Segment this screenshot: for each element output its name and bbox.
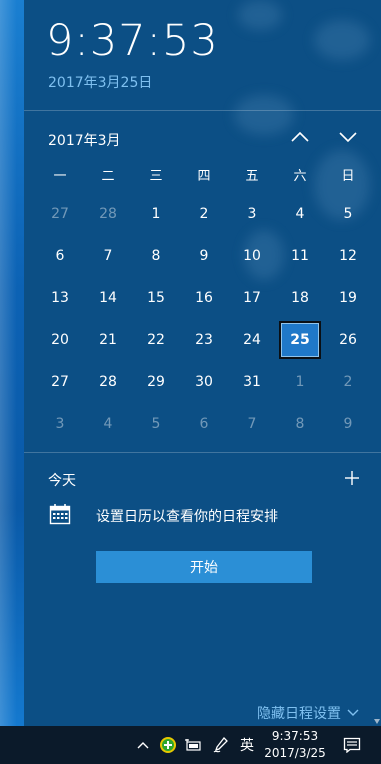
- calendar-day[interactable]: 22: [132, 317, 180, 359]
- calendar-day[interactable]: 15: [132, 275, 180, 317]
- security-tray-icon[interactable]: [158, 726, 178, 764]
- calendar-day[interactable]: 2: [180, 191, 228, 233]
- calendar-day[interactable]: 29: [132, 359, 180, 401]
- show-hidden-icons-button[interactable]: [134, 726, 152, 764]
- today-label: 今天: [48, 473, 76, 489]
- weekday-label: 三: [149, 169, 163, 184]
- calendar-day[interactable]: 28: [84, 359, 132, 401]
- calendar-day[interactable]: 4: [84, 401, 132, 443]
- calendar-day[interactable]: 21: [84, 317, 132, 359]
- weekday-header: 一二三四五六日: [36, 168, 372, 186]
- pen-icon: [213, 737, 228, 753]
- hide-agenda-label: 隐藏日程设置: [257, 706, 341, 722]
- triangle-down-icon: [374, 719, 380, 724]
- plus-icon: [345, 471, 359, 485]
- start-button[interactable]: 开始: [96, 551, 312, 583]
- taskbar: 英 9:37:53 2017/3/25: [0, 726, 381, 764]
- divider: [24, 452, 381, 453]
- calendar-day[interactable]: 20: [36, 317, 84, 359]
- weekday-label: 六: [293, 169, 307, 184]
- weekday-label: 四: [197, 169, 211, 184]
- calendar-day[interactable]: 30: [180, 359, 228, 401]
- divider: [24, 110, 381, 111]
- weekday-label: 一: [53, 169, 67, 184]
- calendar-day[interactable]: 31: [228, 359, 276, 401]
- background-blur: [234, 95, 294, 135]
- calendar-day[interactable]: 19: [324, 275, 372, 317]
- calendar-day[interactable]: 1: [132, 191, 180, 233]
- taskbar-time: 9:37:53: [271, 729, 319, 743]
- calendar-day[interactable]: 3: [228, 191, 276, 233]
- weekday-label: 五: [245, 169, 259, 184]
- taskbar-clock[interactable]: 9:37:53 2017/3/25: [258, 728, 332, 762]
- battery-icon: [185, 739, 201, 751]
- desktop-sheen: [0, 0, 24, 726]
- input-method-indicator[interactable]: 英: [236, 726, 258, 764]
- calendar-day[interactable]: 7: [228, 401, 276, 443]
- calendar-day[interactable]: 8: [132, 233, 180, 275]
- clock-display: 9:37:53: [46, 16, 219, 66]
- calendar-day[interactable]: 8: [276, 401, 324, 443]
- calendar-icon: [49, 503, 71, 525]
- calendar-day[interactable]: 18: [276, 275, 324, 317]
- weekday-label: 二: [101, 169, 115, 184]
- background-blur: [238, 0, 282, 30]
- add-event-button[interactable]: [342, 468, 362, 488]
- chevron-up-icon: [291, 131, 309, 142]
- background-blur: [314, 20, 370, 60]
- calendar-day[interactable]: 16: [180, 275, 228, 317]
- calendar-day[interactable]: 1: [276, 359, 324, 401]
- calendar-day[interactable]: 28: [84, 191, 132, 233]
- calendar-day[interactable]: 24: [228, 317, 276, 359]
- calendar-flyout: 9:37:53 2017年3月25日 2017年3月 一二三四五六日 27 28 1…: [24, 0, 381, 726]
- calendar-day[interactable]: 2: [324, 359, 372, 401]
- calendar-day[interactable]: 11: [276, 233, 324, 275]
- chevron-down-icon: [347, 709, 359, 716]
- calendar-day[interactable]: 6: [36, 233, 84, 275]
- calendar-day[interactable]: 10: [228, 233, 276, 275]
- calendar-day[interactable]: 17: [228, 275, 276, 317]
- chevron-down-icon: [339, 132, 357, 143]
- action-center-icon: [343, 737, 361, 753]
- action-center-button[interactable]: [340, 726, 364, 764]
- next-month-button[interactable]: [334, 124, 362, 150]
- security-shield-icon: [160, 737, 176, 753]
- hide-agenda-link[interactable]: 隐藏日程设置: [257, 703, 359, 723]
- calendar-day[interactable]: 14: [84, 275, 132, 317]
- calendar-day[interactable]: 6: [180, 401, 228, 443]
- chevron-up-icon: [137, 742, 149, 749]
- calendar-day[interactable]: 5: [132, 401, 180, 443]
- calendar-day[interactable]: 26: [324, 317, 372, 359]
- month-title[interactable]: 2017年3月: [48, 130, 121, 150]
- calendar-setup-message: 设置日历以查看你的日程安排: [96, 509, 278, 525]
- taskbar-date: 2017/3/25: [264, 746, 326, 760]
- weekday-label: 日: [341, 169, 355, 184]
- calendar-day[interactable]: 3: [36, 401, 84, 443]
- calendar-day[interactable]: 7: [84, 233, 132, 275]
- full-date-link[interactable]: 2017年3月25日: [48, 72, 152, 92]
- battery-tray-icon[interactable]: [182, 726, 204, 764]
- scroll-down-arrow[interactable]: [373, 712, 381, 724]
- calendar-day[interactable]: 12: [324, 233, 372, 275]
- calendar-day[interactable]: 5: [324, 191, 372, 233]
- calendar-day[interactable]: 9: [180, 233, 228, 275]
- calendar-day[interactable]: 9: [324, 401, 372, 443]
- calendar-day[interactable]: 4: [276, 191, 324, 233]
- previous-month-button[interactable]: [286, 124, 314, 150]
- calendar-day-today[interactable]: 25: [276, 317, 324, 359]
- calendar-day[interactable]: 23: [180, 317, 228, 359]
- calendar-grid: 27 28 1 2 3 4 5 6 7 8 9 10 11 12 13 14 15 16 17 18 19 20 21 22 2…: [36, 191, 372, 443]
- pen-tray-icon[interactable]: [210, 726, 232, 764]
- calendar-day[interactable]: 27: [36, 359, 84, 401]
- calendar-day[interactable]: 13: [36, 275, 84, 317]
- calendar-day[interactable]: 27: [36, 191, 84, 233]
